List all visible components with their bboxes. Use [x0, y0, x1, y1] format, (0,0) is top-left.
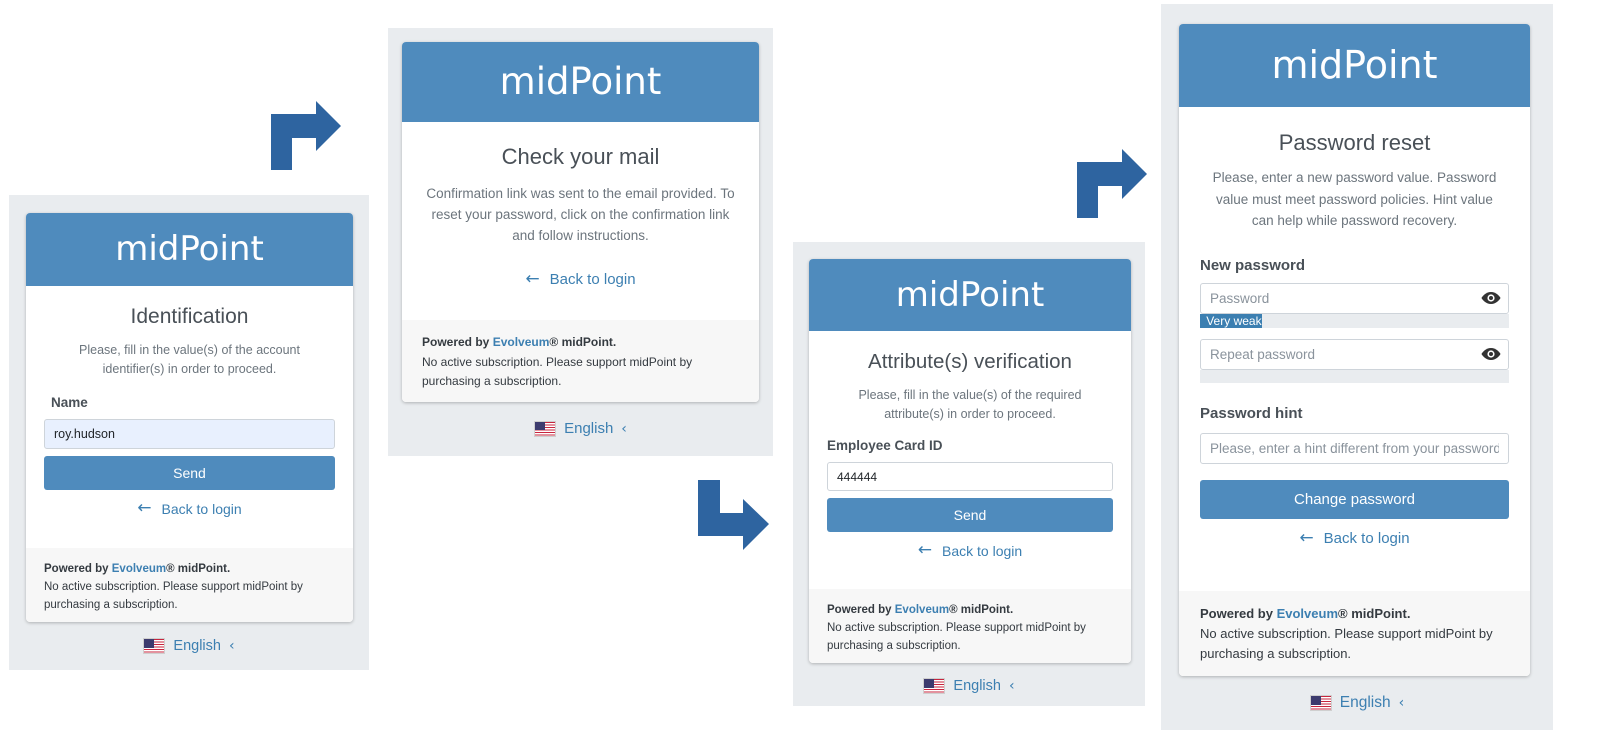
change-password-button[interactable]: Change password [1200, 479, 1509, 519]
repeat-password-meter [1200, 369, 1509, 383]
language-selector[interactable]: English ‹ [9, 638, 369, 654]
page-description: Confirmation link was sent to the email … [426, 186, 735, 243]
password-input[interactable] [1200, 282, 1509, 314]
eye-icon[interactable] [1481, 347, 1501, 361]
repeat-password-field-wrapper [1200, 338, 1509, 370]
language-selector[interactable]: English ‹ [1161, 694, 1553, 712]
powered-by: Powered by Evolveum® midPoint. [827, 604, 1014, 616]
send-button[interactable]: Send [827, 498, 1113, 532]
identification-panel: midPoint Identification Please, fill in … [9, 195, 369, 670]
flow-arrow-up-right-1 [271, 101, 341, 170]
arrow-left-icon: ← [525, 269, 540, 289]
back-to-login-label: Back to login [942, 542, 1023, 559]
evolveum-link[interactable]: Evolveum [895, 604, 949, 616]
back-to-login-link[interactable]: ← Back to login [44, 500, 335, 517]
arrow-left-icon: ← [917, 540, 933, 560]
back-to-login-link[interactable]: ← Back to login [420, 269, 741, 289]
language-label: English [1339, 694, 1391, 711]
page-title: Identification [130, 305, 249, 328]
password-reset-panel: midPoint Password reset Please, enter a … [1161, 4, 1553, 730]
page-title: Password reset [1278, 130, 1431, 155]
language-label: English [564, 420, 614, 437]
password-strength-label: Very weak [1200, 313, 1262, 328]
brand-header: midPoint [26, 213, 353, 286]
subscription-note: No active subscription. Please support m… [44, 581, 303, 611]
powered-by: Powered by Evolveum® midPoint. [422, 335, 617, 349]
password-field-wrapper [1200, 282, 1509, 314]
repeat-password-input[interactable] [1200, 338, 1509, 370]
arrow-left-icon: ← [137, 498, 152, 518]
page-title: Check your mail [501, 144, 660, 169]
flow-arrow-up-right-2 [1077, 149, 1147, 218]
chevron-left-icon: ‹ [621, 420, 627, 437]
attribute-verification-panel: midPoint Attribute(s) verification Pleas… [793, 242, 1145, 706]
language-selector[interactable]: English ‹ [793, 678, 1145, 694]
brand-header: midPoint [809, 259, 1131, 331]
name-input[interactable] [44, 419, 335, 449]
us-flag-icon [143, 638, 166, 654]
card-footer: Powered by Evolveum® midPoint. No active… [26, 548, 353, 622]
password-hint-input[interactable] [1200, 432, 1509, 464]
check-mail-card: midPoint Check your mail Confirmation li… [402, 42, 759, 402]
subscription-note: No active subscription. Please support m… [827, 622, 1086, 652]
name-label: Name [51, 395, 88, 410]
evolveum-link[interactable]: Evolveum [112, 563, 166, 575]
back-to-login-label: Back to login [1323, 529, 1410, 547]
language-selector[interactable]: English ‹ [388, 420, 773, 437]
powered-by: Powered by Evolveum® midPoint. [44, 563, 231, 575]
password-hint-label: Password hint [1200, 404, 1303, 422]
chevron-left-icon: ‹ [228, 638, 235, 654]
check-mail-panel: midPoint Check your mail Confirmation li… [388, 28, 773, 456]
subscription-note: No active subscription. Please support m… [422, 354, 693, 389]
brand-title: midPoint [895, 275, 1045, 315]
powered-by: Powered by Evolveum® midPoint. [1200, 606, 1411, 621]
us-flag-icon [1309, 695, 1332, 711]
new-password-label: New password [1200, 256, 1306, 274]
brand-title: midPoint [1271, 43, 1438, 87]
page-title: Attribute(s) verification [868, 350, 1072, 373]
flow-arrow-down-right [698, 480, 769, 550]
back-to-login-link[interactable]: ← Back to login [1200, 527, 1509, 548]
back-to-login-label: Back to login [161, 500, 242, 517]
us-flag-icon [923, 678, 946, 694]
brand-title: midPoint [115, 229, 264, 269]
brand-title: midPoint [499, 60, 662, 103]
identification-card: midPoint Identification Please, fill in … [26, 213, 353, 622]
card-footer: Powered by Evolveum® midPoint. No active… [809, 589, 1131, 663]
chevron-left-icon: ‹ [1398, 695, 1405, 711]
password-strength-meter: Very weak [1200, 313, 1509, 328]
subscription-note: No active subscription. Please support m… [1200, 626, 1493, 661]
eye-icon[interactable] [1481, 291, 1501, 305]
evolveum-link[interactable]: Evolveum [1277, 606, 1338, 621]
evolveum-link[interactable]: Evolveum [493, 335, 550, 349]
language-label: English [953, 678, 1001, 694]
card-footer: Powered by Evolveum® midPoint. No active… [1179, 591, 1530, 676]
brand-header: midPoint [402, 42, 759, 122]
page-description: Please, enter a new password value. Pass… [1212, 170, 1497, 228]
send-button[interactable]: Send [44, 456, 335, 490]
language-label: English [173, 638, 221, 654]
card-footer: Powered by Evolveum® midPoint. No active… [402, 320, 759, 402]
back-to-login-link[interactable]: ← Back to login [827, 542, 1113, 559]
employee-card-id-label: Employee Card ID [827, 438, 943, 453]
attribute-verification-card: midPoint Attribute(s) verification Pleas… [809, 259, 1131, 663]
page-description: Please, fill in the value(s) of the requ… [858, 388, 1082, 421]
back-to-login-label: Back to login [549, 271, 636, 288]
us-flag-icon [534, 420, 557, 437]
brand-header: midPoint [1179, 24, 1530, 107]
employee-card-id-input[interactable] [827, 462, 1113, 491]
chevron-left-icon: ‹ [1008, 678, 1015, 694]
arrow-left-icon: ← [1299, 527, 1314, 548]
page-description: Please, fill in the value(s) of the acco… [79, 343, 300, 376]
password-reset-card: midPoint Password reset Please, enter a … [1179, 24, 1530, 676]
